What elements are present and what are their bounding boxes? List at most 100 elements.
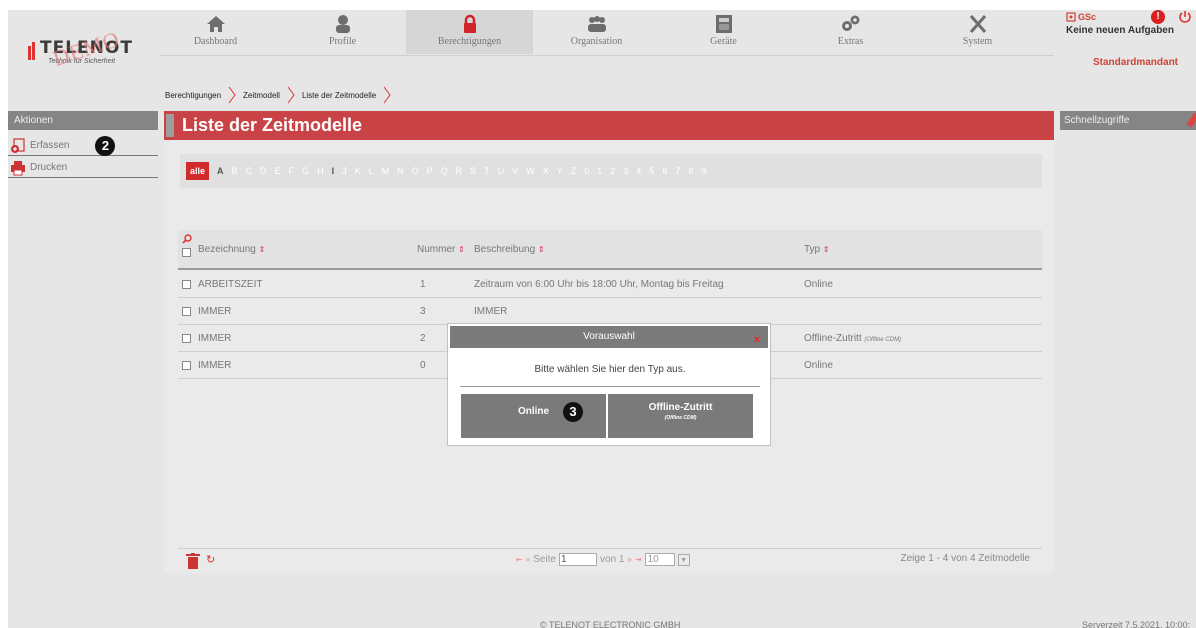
page-input[interactable] [558,553,597,566]
power-icon[interactable] [1178,10,1192,24]
top-bar: TELENOT Technik für Sicherheit DEMO Dash… [8,10,1196,71]
filter-letter[interactable]: C [246,166,253,176]
row-checkbox[interactable] [182,360,191,370]
first-page-icon[interactable]: ⇤ [516,555,523,564]
main-nav: Dashboard Profile Berechtigungen Organis… [152,10,1041,54]
table-header: Bezeichnung ⇕ Nummer ⇕ Beschreibung ⇕ Ty… [178,230,1042,270]
sidebar-item-label: Erfassen [30,140,70,151]
search-icon[interactable] [182,234,192,244]
filter-letter[interactable]: U [498,166,505,176]
filter-letter[interactable]: D [260,166,267,176]
filter-letter[interactable]: T [484,166,490,176]
page-title: Liste der Zeitmodelle [182,115,363,135]
prev-page-icon[interactable]: « [526,555,530,564]
offline-zutritt-button[interactable]: Offline-Zutritt (Offline CDM) [608,394,753,438]
filter-letter[interactable]: 3 [623,166,628,176]
filter-letter[interactable]: K [355,166,361,176]
server-time: Serverzeit 7.5.2021, 10:00: [1082,620,1191,628]
filter-letter[interactable]: 0 [584,166,589,176]
last-page-icon[interactable]: ⇥ [635,555,642,564]
nav-organisation[interactable]: Organisation [533,10,660,54]
filter-letter[interactable]: F [289,166,295,176]
home-icon [206,16,225,32]
close-icon[interactable]: × [754,329,760,351]
sort-icon: ⇕ [258,245,266,254]
logo-bars-icon [28,42,38,60]
table-row[interactable]: ARBEITSZEIT 1 Zeitraum von 6:00 Uhr bis … [178,271,1042,298]
user-link[interactable]: GSc [1066,12,1096,22]
filter-letter[interactable]: 7 [675,166,680,176]
row-checkbox[interactable] [182,333,191,343]
filter-letter[interactable]: M [382,166,390,176]
button-label: Offline-Zutritt [648,402,713,413]
trash-icon[interactable] [186,553,200,569]
sort-icon: ⇕ [537,245,545,254]
select-all-checkbox[interactable] [182,248,191,257]
column-typ[interactable]: Typ ⇕ [804,244,830,255]
filter-letter[interactable]: 6 [662,166,667,176]
tasks-status[interactable]: Keine neuen Aufgaben [1066,25,1174,36]
nav-berechtigungen[interactable]: Berechtigungen [406,10,533,54]
breadcrumb-berechtigungen[interactable]: Berechtigungen [165,91,221,100]
page-size-select[interactable]: 10 [644,553,675,566]
breadcrumb-zeitmodell[interactable]: Zeitmodell [243,91,280,100]
filter-letter[interactable]: H [317,166,324,176]
filter-letter[interactable]: J [342,166,347,176]
app-frame: TELENOT Technik für Sicherheit DEMO Dash… [8,10,1196,628]
nav-geraete[interactable]: Geräte [660,10,787,54]
filter-letter[interactable]: Q [441,166,448,176]
filter-letter[interactable]: S [470,166,476,176]
chevron-right-icon [383,86,391,104]
cell-type: Online [804,279,833,290]
nav-dashboard[interactable]: Dashboard [152,10,279,54]
sidebar-item-drucken[interactable]: Drucken [8,158,158,178]
filter-letter[interactable]: 8 [688,166,693,176]
refresh-icon[interactable]: ↻ [206,553,215,566]
filter-letter[interactable]: O [412,166,419,176]
mandant-label[interactable]: Standardmandant [1093,57,1178,68]
nav-extras[interactable]: Extras [787,10,914,54]
filter-letter[interactable]: B [232,166,238,176]
nav-label: Extras [837,36,864,47]
dialog-title: Vorauswahl [583,331,635,342]
filter-letter[interactable]: 1 [597,166,602,176]
column-bezeichnung[interactable]: Bezeichnung ⇕ [198,244,265,255]
filter-letter[interactable]: 4 [636,166,641,176]
cell-type: Online [804,360,833,371]
filter-letter[interactable]: 5 [649,166,654,176]
telenot-logo[interactable]: TELENOT Technik für Sicherheit DEMO [26,26,156,71]
filter-letter[interactable]: Z [571,166,577,176]
filter-letter[interactable]: R [456,166,463,176]
nav-system[interactable]: System [914,10,1041,54]
filter-letter[interactable]: E [275,166,281,176]
sidebar-item-erfassen[interactable]: Erfassen 2 [8,135,158,156]
filter-letter[interactable]: G [302,166,309,176]
online-button[interactable]: Online [461,394,606,438]
row-checkbox[interactable] [182,279,191,289]
button-label: Online [517,406,550,417]
filter-all-button[interactable]: alle [186,162,210,180]
filter-letter[interactable]: L [369,166,374,176]
alphabet-filter: alle A B C D E F G H I J K L M N O P Q R… [180,154,1042,188]
column-beschreibung[interactable]: Beschreibung ⇕ [474,244,545,255]
filter-letter[interactable]: N [397,166,404,176]
row-checkbox[interactable] [182,306,191,316]
filter-letter-a[interactable]: A [217,166,224,176]
column-nummer[interactable]: Nummer ⇕ [417,244,465,255]
filter-letter[interactable]: X [543,166,549,176]
nav-profile[interactable]: Profile [279,10,406,54]
filter-letter[interactable]: 9 [701,166,706,176]
pager-info: Zeige 1 - 4 von 4 Zeitmodelle [900,553,1030,564]
breadcrumb-liste[interactable]: Liste der Zeitmodelle [302,91,376,100]
table-row[interactable]: IMMER 3 IMMER [178,298,1042,325]
dialog-divider [460,386,760,387]
filter-letter[interactable]: W [526,166,535,176]
filter-letter-i[interactable]: I [332,166,335,176]
filter-letter[interactable]: V [512,166,518,176]
filter-letter[interactable]: 2 [610,166,615,176]
alert-icon[interactable]: ! [1151,10,1165,24]
next-page-icon[interactable]: » [627,555,631,564]
filter-letter[interactable]: Y [557,166,563,176]
chevron-down-icon[interactable]: ▼ [677,553,690,566]
filter-letter[interactable]: P [427,166,433,176]
